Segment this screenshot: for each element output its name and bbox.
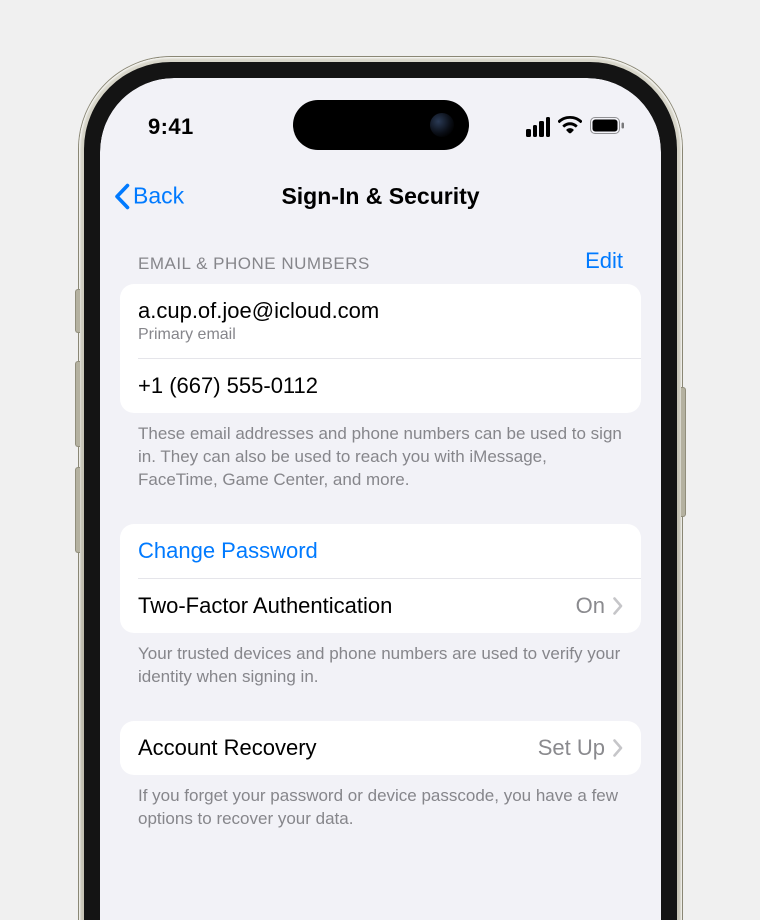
status-bar: 9:41 xyxy=(100,78,661,156)
email-caption: Primary email xyxy=(138,326,379,344)
wifi-icon xyxy=(558,114,582,140)
section-header-contacts: EMAIL & PHONE NUMBERS xyxy=(138,254,370,274)
page-title: Sign-In & Security xyxy=(281,183,479,210)
password-card: Change Password Two-Factor Authenticatio… xyxy=(120,524,641,633)
side-button-volume-up xyxy=(75,361,80,447)
change-password-label: Change Password xyxy=(138,538,318,564)
cellular-signal-icon xyxy=(526,117,550,137)
edit-button[interactable]: Edit xyxy=(585,248,623,274)
phone-frame: 9:41 xyxy=(79,57,682,920)
primary-email-row[interactable]: a.cup.of.joe@icloud.com Primary email xyxy=(120,284,641,358)
recovery-card: Account Recovery Set Up xyxy=(120,721,641,775)
navigation-bar: Back Sign-In & Security xyxy=(100,168,661,224)
two-factor-label: Two-Factor Authentication xyxy=(138,593,392,619)
side-button-silent xyxy=(75,289,80,333)
back-button[interactable]: Back xyxy=(114,183,184,210)
side-button-volume-down xyxy=(75,467,80,553)
chevron-left-icon xyxy=(114,183,130,209)
password-footer: Your trusted devices and phone numbers a… xyxy=(120,633,641,689)
side-button-power xyxy=(681,387,686,517)
battery-icon xyxy=(590,114,625,140)
chevron-right-icon xyxy=(613,597,623,615)
contacts-card: a.cup.of.joe@icloud.com Primary email +1… xyxy=(120,284,641,413)
recovery-footer: If you forget your password or device pa… xyxy=(120,775,641,831)
account-recovery-row[interactable]: Account Recovery Set Up xyxy=(120,721,641,775)
two-factor-value: On xyxy=(576,593,605,619)
screen: 9:41 xyxy=(100,78,661,920)
phone-value: +1 (667) 555-0112 xyxy=(138,373,318,399)
email-value: a.cup.of.joe@icloud.com xyxy=(138,298,379,324)
account-recovery-label: Account Recovery xyxy=(138,735,317,761)
status-time: 9:41 xyxy=(148,114,194,140)
account-recovery-value: Set Up xyxy=(538,735,605,761)
two-factor-row[interactable]: Two-Factor Authentication On xyxy=(120,579,641,633)
chevron-right-icon xyxy=(613,739,623,757)
back-label: Back xyxy=(133,183,184,210)
contacts-footer: These email addresses and phone numbers … xyxy=(120,413,641,492)
phone-row[interactable]: +1 (667) 555-0112 xyxy=(120,359,641,413)
change-password-row[interactable]: Change Password xyxy=(120,524,641,578)
